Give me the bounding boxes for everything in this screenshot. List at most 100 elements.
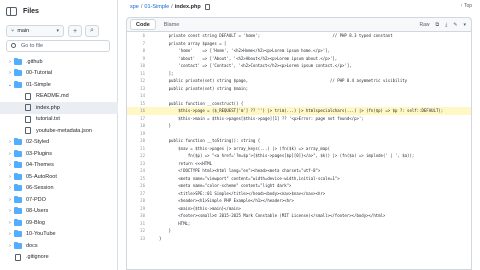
line-number[interactable]: 20 <box>127 138 153 143</box>
code-text: $this->main = $this->pages[$this->page][… <box>159 115 364 121</box>
line-number[interactable]: 28 <box>127 198 153 203</box>
tab-code[interactable]: Code <box>130 19 156 30</box>
download-icon[interactable]: ⤓ <box>445 22 447 28</box>
line-number[interactable]: 18 <box>127 123 153 128</box>
raw-button[interactable]: Raw <box>419 22 429 28</box>
code-line: 17 $this->main = $this->pages[$this->pag… <box>127 115 471 123</box>
code-line: 6 private const string DEFAULT = 'home';… <box>127 32 471 40</box>
line-number[interactable]: 11 <box>127 71 153 76</box>
tree-file[interactable]: index.php <box>0 102 118 114</box>
line-number[interactable]: 15 <box>127 101 153 106</box>
line-number[interactable]: 26 <box>127 183 153 188</box>
chevron-icon: › <box>9 70 11 77</box>
tree-item-label: tutorial.txt <box>36 116 60 123</box>
edit-icon[interactable]: ✎ <box>453 22 457 28</box>
tree-file[interactable]: README.md <box>0 91 118 103</box>
code-line: 9 'about' => ['About', '<h2>About</h2><p… <box>127 55 471 63</box>
go-to-file-input[interactable]: Go to file <box>6 40 110 52</box>
code-line: 31 HTML; <box>127 220 471 228</box>
folder-icon <box>14 138 22 146</box>
line-number[interactable]: 33 <box>127 236 153 241</box>
chevron-icon: › <box>9 242 11 249</box>
file-icon <box>25 127 31 135</box>
line-number[interactable]: 6 <box>127 33 153 38</box>
tree-item-label: 04-Themes <box>26 162 54 169</box>
tree-folder[interactable]: › 04-Themes <box>0 160 118 172</box>
tree-folder[interactable]: › 09-Blog <box>0 217 118 229</box>
line-number[interactable]: 23 <box>127 161 153 166</box>
folder-icon <box>14 207 22 215</box>
line-number[interactable]: 24 <box>127 168 153 173</box>
search-button[interactable]: ⌕ <box>85 25 99 37</box>
code-line: 12 public private(set) string $page, // … <box>127 77 471 85</box>
line-number[interactable]: 22 <box>127 153 153 158</box>
toolbar-actions: Raw ⧉ ⤓ ✎ ▾ <box>419 22 466 28</box>
tree-folder[interactable]: › docs <box>0 240 118 252</box>
code-line: 8 'home' => ['Home', '<h2>Home</h2><p>Lo… <box>127 47 471 55</box>
line-number[interactable]: 10 <box>127 63 153 68</box>
tree-item-label: .github <box>26 58 43 65</box>
line-number[interactable]: 30 <box>127 213 153 218</box>
breadcrumb-folder[interactable]: 01-Simple <box>144 4 169 10</box>
tree-folder[interactable]: › 10-YouTube <box>0 229 118 241</box>
chevron-down-icon[interactable]: ▾ <box>463 22 466 28</box>
breadcrumb-repo[interactable]: spe <box>130 4 139 10</box>
line-number[interactable]: 27 <box>127 191 153 196</box>
tree-file[interactable]: tutorial.txt <box>0 114 118 126</box>
line-number[interactable]: 31 <box>127 221 153 226</box>
line-number[interactable]: 13 <box>127 86 153 91</box>
line-number[interactable]: 21 <box>127 146 153 151</box>
line-number[interactable]: 32 <box>127 228 153 233</box>
top-button[interactable]: ↑ Top <box>460 3 472 9</box>
line-number[interactable]: 8 <box>127 48 153 53</box>
tree-folder[interactable]: › 05-AutoRoot <box>0 171 118 183</box>
line-number[interactable]: 14 <box>127 93 153 98</box>
tree-item-label: index.php <box>36 104 60 111</box>
chevron-icon: › <box>9 173 11 180</box>
tab-blame[interactable]: Blame <box>159 19 185 30</box>
line-number[interactable]: 16 <box>127 108 153 113</box>
line-number[interactable]: 29 <box>127 206 153 211</box>
code-text: fn($p) => "<a href='?m=$p'>{$this->pages… <box>159 153 415 159</box>
search-icon <box>11 43 16 48</box>
tree-item-label: 01-Simple <box>26 81 51 88</box>
code-line: 14 <box>127 92 471 100</box>
tree-folder[interactable]: › 00-Tutorial <box>0 68 118 80</box>
tree-folder[interactable]: › 03-Plugins <box>0 148 118 160</box>
line-number[interactable]: 9 <box>127 56 153 61</box>
tree-item-label: 09-Blog <box>26 219 45 226</box>
tree-folder[interactable]: › 07-PDO <box>0 194 118 206</box>
side-panel-icon[interactable] <box>6 6 17 16</box>
tree-folder[interactable]: › .github <box>0 56 118 68</box>
tree-folder[interactable]: › 08-Users <box>0 206 118 218</box>
branch-selector[interactable]: ⑂ main ▾ <box>6 25 64 37</box>
chevron-icon: › <box>9 196 11 203</box>
tree-folder[interactable]: › 02-Styled <box>0 137 118 149</box>
folder-icon <box>14 184 22 192</box>
folder-icon <box>14 195 22 203</box>
tree-file[interactable]: .gitignore <box>0 252 118 264</box>
code-line: 26 <meta name="color-scheme" content="li… <box>127 182 471 190</box>
line-number[interactable]: 7 <box>127 41 153 46</box>
folder-icon <box>14 161 22 169</box>
add-file-button[interactable]: + <box>68 25 82 37</box>
tree-folder[interactable]: ⌄ 01-Simple <box>0 79 118 91</box>
code-line: 20 public function __toString(): string … <box>127 137 471 145</box>
copy-icon[interactable]: ⧉ <box>435 22 439 28</box>
line-number[interactable]: 12 <box>127 78 153 83</box>
code-line: 18 } <box>127 122 471 130</box>
sidebar-header: Files <box>0 0 117 22</box>
code-text: 'home' => ['Home', '<h2>Home</h2><p>Lore… <box>159 48 330 54</box>
code-line: 29 <main>{$this->main}</main> <box>127 205 471 213</box>
tree-file[interactable]: youtube-metadata.json <box>0 125 118 137</box>
line-number[interactable]: 19 <box>127 131 153 136</box>
tree-item-label: 02-Styled <box>26 139 50 146</box>
line-number[interactable]: 17 <box>127 116 153 121</box>
code-text: <!DOCTYPE html><html lang="en"><head><me… <box>159 168 321 174</box>
code-line: 33} <box>127 235 471 243</box>
copy-path-icon[interactable] <box>204 4 210 10</box>
code-line: 16 $this->page = ($_REQUEST['m'] ?? '') … <box>127 107 471 115</box>
tree-folder[interactable]: › 06-Session <box>0 183 118 195</box>
code-line: 25 <meta name="viewport" content="width=… <box>127 175 471 183</box>
line-number[interactable]: 25 <box>127 176 153 181</box>
